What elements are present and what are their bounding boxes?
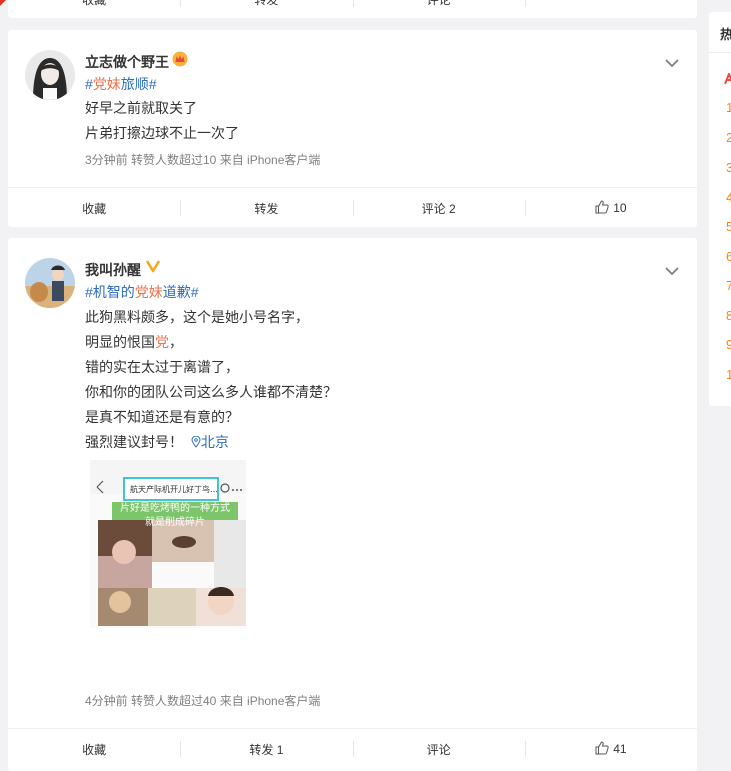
post-actions: 收藏 转发 评论 2 10 (8, 187, 697, 228)
post-actions: 收藏 转发 1 评论 41 (8, 728, 697, 769)
post-card: 立志做个野王 #党妹旅顺# 好早之前就取关了 片弟打擦边球不止一次了 3分钟前 … (8, 30, 697, 227)
rank-number[interactable]: 6 (726, 249, 731, 264)
rank-number[interactable]: 4 (726, 190, 731, 205)
rank-number[interactable]: 1 (726, 100, 731, 115)
location-pin-icon (191, 435, 201, 448)
rank-number[interactable]: 5 (726, 219, 731, 234)
post-text-line: 强烈建议封号！ 北京 (85, 434, 229, 450)
hashtag-link[interactable]: #机智的党妹道歉# (85, 282, 199, 302)
comment-button[interactable]: 评论 (352, 729, 525, 769)
comment-button[interactable]: 评论 2 (352, 188, 525, 228)
post-text-line: 此狗黑料颇多，这个是她小号名字， (85, 309, 309, 325)
hashtag-link[interactable]: #党妹旅顺# (85, 74, 157, 94)
like-button[interactable]: 41 (524, 729, 697, 769)
hot-fire-icon (723, 71, 731, 90)
like-button[interactable]: 10 (524, 188, 697, 228)
hot-search-sidebar: 热 1 2 3 4 5 6 7 8 9 1 (709, 12, 731, 406)
post-image[interactable]: 航天产际机开儿好丁鸟… 片好是吃烤鸭的一种方式 就是削成碎片 (90, 460, 246, 628)
location-link[interactable]: 北京 (191, 434, 229, 450)
username[interactable]: 我叫孙醒 (85, 260, 141, 280)
collect-button[interactable]: 收藏 (8, 188, 180, 228)
rank-number[interactable]: 9 (726, 337, 731, 352)
rank-number[interactable]: 2 (726, 130, 731, 145)
post-meta: 3分钟前 转赞人数超过10 来自 iPhone客户端 (85, 153, 321, 167)
avatar[interactable] (25, 50, 75, 100)
post-meta: 4分钟前 转赞人数超过40 来自 iPhone客户端 (85, 694, 321, 708)
repost-button[interactable]: 转发 (180, 0, 352, 19)
image-caption: 片好是吃烤鸭的一种方式 就是削成碎片 (120, 503, 230, 528)
sidebar-title: 热 (720, 27, 731, 42)
post-text-line: 你和你的团队公司这么多人谁都不清楚？ (85, 384, 337, 400)
post-text-line: 错的实在太过于离谱了， (85, 359, 239, 375)
like-button[interactable] (524, 0, 697, 19)
thumbs-up-icon (595, 199, 609, 217)
username[interactable]: 立志做个野王 (85, 52, 169, 72)
rank-number[interactable]: 1 (726, 367, 731, 382)
sidebar-divider (709, 52, 731, 53)
verified-v-icon (145, 259, 161, 278)
repost-button[interactable]: 转发 1 (180, 729, 352, 769)
repost-button[interactable]: 转发 (180, 188, 352, 228)
rank-number[interactable]: 8 (726, 308, 731, 323)
chevron-down-icon[interactable] (665, 263, 679, 276)
post-text-line: 明显的恨国党， (85, 334, 183, 350)
chevron-down-icon[interactable] (665, 55, 679, 68)
previous-post-actions: 收藏 转发 评论 (8, 0, 697, 19)
post-text-line: 片弟打擦边球不止一次了 (85, 125, 239, 141)
post-text-line: 好早之前就取关了 (85, 100, 197, 116)
avatar[interactable] (25, 258, 75, 308)
crown-badge-icon[interactable] (172, 51, 188, 72)
rank-number[interactable]: 7 (726, 278, 731, 293)
image-search-text: 航天产际机开儿好丁鸟… (130, 485, 218, 494)
comment-button[interactable]: 评论 (352, 0, 525, 19)
rank-number[interactable]: 3 (726, 160, 731, 175)
thumbs-up-icon (595, 740, 609, 758)
post-card: 我叫孙醒 #机智的党妹道歉# 此狗黑料颇多，这个是她小号名字， 明显的恨国党， … (8, 238, 697, 771)
collect-button[interactable]: 收藏 (8, 729, 180, 769)
previous-post-card: 收藏 转发 评论 (8, 0, 697, 18)
corner-mark (0, 0, 6, 6)
post-text-line: 是真不知道还是有意的？ (85, 409, 239, 425)
collect-button[interactable]: 收藏 (8, 0, 180, 19)
